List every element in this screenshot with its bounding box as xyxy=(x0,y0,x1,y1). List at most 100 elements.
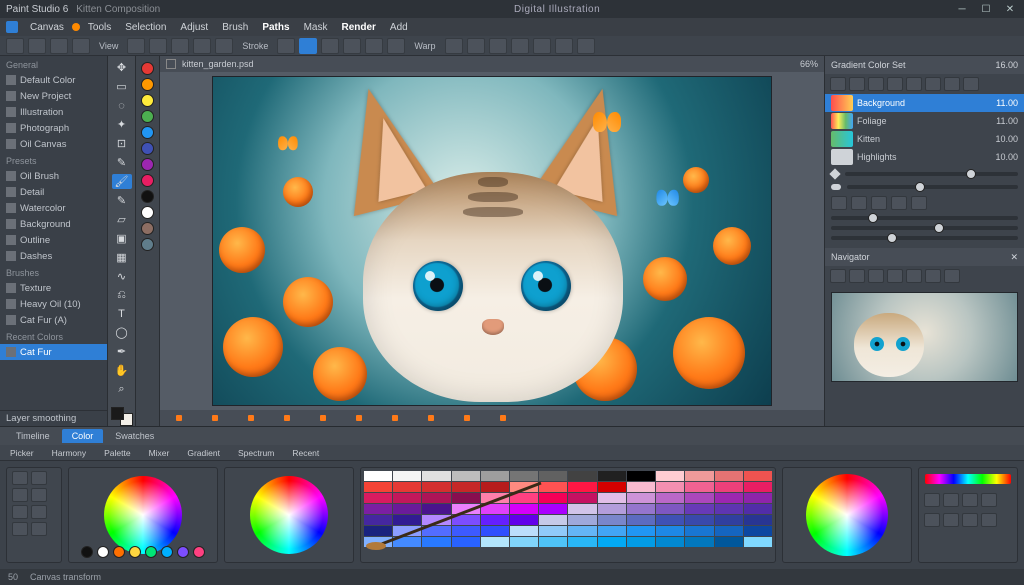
b-tool[interactable] xyxy=(31,488,47,502)
grid-swatch[interactable] xyxy=(656,493,684,503)
grid-swatch[interactable] xyxy=(364,482,392,492)
grid-swatch[interactable] xyxy=(627,515,655,525)
grad-tool[interactable] xyxy=(925,77,941,91)
grid-swatch[interactable] xyxy=(656,515,684,525)
optbtn-path[interactable] xyxy=(343,38,361,54)
grid-swatch[interactable] xyxy=(598,504,626,514)
nav-tool[interactable] xyxy=(887,269,903,283)
br-tool[interactable] xyxy=(924,513,940,527)
grid-swatch[interactable] xyxy=(422,526,450,536)
mini-swatch[interactable] xyxy=(141,94,154,107)
grid-swatch[interactable] xyxy=(422,493,450,503)
grid-swatch[interactable] xyxy=(568,482,596,492)
optbtn-fill[interactable] xyxy=(277,38,295,54)
lp-item[interactable]: Cat Fur (A) xyxy=(0,312,107,328)
grid-swatch[interactable] xyxy=(539,537,567,547)
lp-item[interactable]: Texture xyxy=(0,280,107,296)
small-swatch[interactable] xyxy=(177,546,189,558)
layer-row[interactable]: Background11.00 xyxy=(825,94,1024,112)
optbtn-stroke[interactable] xyxy=(215,38,233,54)
tool-eraser[interactable]: ▱ xyxy=(112,211,132,227)
bottom-tab-timeline[interactable]: Timeline xyxy=(6,429,60,443)
optbtn-edit[interactable] xyxy=(28,38,46,54)
slider-tool[interactable] xyxy=(871,196,887,210)
bottom-sublabel[interactable]: Harmony xyxy=(52,448,86,458)
grid-swatch[interactable] xyxy=(627,471,655,481)
grid-swatch[interactable] xyxy=(598,493,626,503)
small-swatch[interactable] xyxy=(113,546,125,558)
b-tool[interactable] xyxy=(31,471,47,485)
grid-swatch[interactable] xyxy=(715,537,743,547)
grid-swatch[interactable] xyxy=(656,526,684,536)
grid-swatch[interactable] xyxy=(539,504,567,514)
tool-gradient[interactable]: ▦ xyxy=(112,249,132,265)
flow-slider[interactable] xyxy=(847,185,1018,189)
br-tool[interactable] xyxy=(962,513,978,527)
br-tool[interactable] xyxy=(962,493,978,507)
grid-swatch[interactable] xyxy=(422,515,450,525)
nav-tool[interactable] xyxy=(906,269,922,283)
lp-item[interactable]: Default Color xyxy=(0,72,107,88)
optbtn-crop[interactable] xyxy=(445,38,463,54)
lp-item[interactable]: Heavy Oil (10) xyxy=(0,296,107,312)
maximize-button[interactable]: ☐ xyxy=(978,2,994,16)
canvas-viewport[interactable] xyxy=(160,72,824,410)
grid-swatch[interactable] xyxy=(656,482,684,492)
tool-fill[interactable]: ▣ xyxy=(112,230,132,246)
menu-render[interactable]: Render xyxy=(335,20,381,35)
grid-swatch[interactable] xyxy=(568,504,596,514)
small-swatch[interactable] xyxy=(145,546,157,558)
tool-clone[interactable]: ⎌ xyxy=(112,287,132,303)
tool-smudge[interactable]: ∿ xyxy=(112,268,132,284)
grid-swatch[interactable] xyxy=(452,493,480,503)
small-swatch[interactable] xyxy=(161,546,173,558)
opacity-slider[interactable] xyxy=(845,172,1018,176)
b-tool[interactable] xyxy=(12,505,28,519)
b-tool[interactable] xyxy=(12,522,28,536)
menu-brush[interactable]: Brush xyxy=(216,20,254,35)
grid-swatch[interactable] xyxy=(481,526,509,536)
bottom-sublabel[interactable]: Picker xyxy=(10,448,34,458)
grid-swatch[interactable] xyxy=(510,526,538,536)
grid-swatch[interactable] xyxy=(393,493,421,503)
grid-swatch[interactable] xyxy=(715,504,743,514)
grid-swatch[interactable] xyxy=(539,526,567,536)
lp-item[interactable]: New Project xyxy=(0,88,107,104)
br-tool[interactable] xyxy=(981,513,997,527)
optbtn-export[interactable] xyxy=(577,38,595,54)
grid-swatch[interactable] xyxy=(364,471,392,481)
grid-swatch[interactable] xyxy=(598,471,626,481)
grid-swatch[interactable] xyxy=(627,526,655,536)
grid-swatch[interactable] xyxy=(715,482,743,492)
grid-swatch[interactable] xyxy=(481,471,509,481)
grad-tool[interactable] xyxy=(963,77,979,91)
grid-swatch[interactable] xyxy=(510,537,538,547)
grid-swatch[interactable] xyxy=(627,482,655,492)
grad-tool[interactable] xyxy=(906,77,922,91)
size-slider[interactable] xyxy=(831,216,1018,220)
grid-swatch[interactable] xyxy=(715,471,743,481)
b-tool[interactable] xyxy=(31,522,47,536)
tool-brush[interactable]: 🖌 xyxy=(112,174,132,190)
grid-swatch[interactable] xyxy=(685,504,713,514)
optbtn-shape[interactable] xyxy=(299,38,317,54)
color-wheel[interactable] xyxy=(104,476,182,554)
grid-swatch[interactable] xyxy=(627,537,655,547)
grid-swatch[interactable] xyxy=(598,515,626,525)
grid-swatch[interactable] xyxy=(715,515,743,525)
grid-swatch[interactable] xyxy=(685,515,713,525)
zoom-level[interactable]: 66% xyxy=(800,59,818,69)
menu-selection[interactable]: Selection xyxy=(119,20,172,35)
grid-swatch[interactable] xyxy=(510,515,538,525)
lp-item[interactable]: Dashes xyxy=(0,248,107,264)
grid-swatch[interactable] xyxy=(481,493,509,503)
layer-row[interactable]: Kitten10.00 xyxy=(825,130,1024,148)
b-tool[interactable] xyxy=(12,488,28,502)
nav-tool[interactable] xyxy=(868,269,884,283)
grid-swatch[interactable] xyxy=(364,526,392,536)
grid-swatch[interactable] xyxy=(598,537,626,547)
mini-swatch[interactable] xyxy=(141,158,154,171)
mini-swatch[interactable] xyxy=(141,110,154,123)
optbtn-mesh[interactable] xyxy=(365,38,383,54)
grid-swatch[interactable] xyxy=(685,493,713,503)
